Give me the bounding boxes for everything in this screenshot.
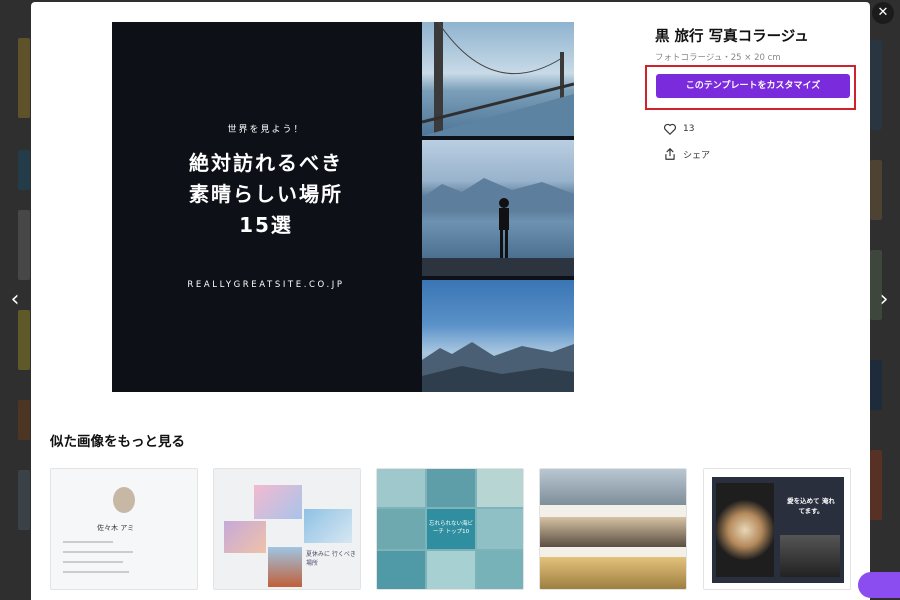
text-line xyxy=(63,571,129,573)
mountain-photo xyxy=(422,280,574,392)
preview-heading-line: 素晴らしい場所 xyxy=(189,182,343,206)
preview-kicker: 世界を見よう！ xyxy=(227,125,305,135)
photo-tile xyxy=(377,551,425,589)
similar-thumbnail[interactable] xyxy=(539,468,687,590)
bridge-photo xyxy=(422,22,574,136)
photo-tile xyxy=(540,517,686,547)
similar-thumbnail[interactable]: 愛を込めて 淹れてます。 xyxy=(703,468,851,590)
photo-tile xyxy=(540,469,686,505)
share-button[interactable]: シェア xyxy=(663,147,710,161)
photo-tile xyxy=(540,557,686,589)
preview-heading: 絶対訪れるべき 素晴らしい場所 15選 xyxy=(112,148,420,241)
photo-tile xyxy=(477,469,523,507)
previous-arrow-button[interactable]: ‹ xyxy=(5,288,25,312)
preview-text-panel: 世界を見よう！ 絶対訪れるべき 素晴らしい場所 15選 REALLYGREATS… xyxy=(112,22,420,392)
photo-tile xyxy=(780,535,840,577)
like-button[interactable]: 13 xyxy=(663,122,694,136)
similar-section-heading: 似た画像をもっと見る xyxy=(50,434,185,450)
help-tab[interactable] xyxy=(858,572,900,598)
photo-tile xyxy=(477,509,523,549)
photo-tile xyxy=(427,469,475,507)
similar-thumbnail[interactable]: 夏休みに 行くべき場所 xyxy=(213,468,361,590)
photo-tile xyxy=(304,509,352,543)
photo-tile xyxy=(377,469,425,507)
text-line xyxy=(63,561,123,563)
heart-icon xyxy=(664,123,676,135)
photo-tile xyxy=(427,551,475,589)
preview-site-url: REALLYGREATSITE.CO.JP xyxy=(187,280,345,290)
mountain-scene-shape xyxy=(422,342,574,392)
next-arrow-button[interactable]: › xyxy=(874,288,894,312)
thumbnail-text: 夏休みに 行くべき場所 xyxy=(306,551,356,567)
lake-scene-shape xyxy=(422,178,574,276)
similar-thumbnail[interactable]: 忘れられない海ビーチ トップ10 xyxy=(376,468,524,590)
like-count: 13 xyxy=(683,124,695,134)
similar-thumbnail[interactable]: 佐々木 アミ xyxy=(50,468,198,590)
photo-tile xyxy=(477,551,523,589)
lake-photo xyxy=(422,140,574,276)
share-label: シェア xyxy=(683,150,711,161)
thumbnail-text: 愛を込めて 淹れてます。 xyxy=(787,497,835,515)
bridge-deck-shape xyxy=(422,22,574,136)
template-modal: 世界を見よう！ 絶対訪れるべき 素晴らしい場所 15選 REALLYGREATS… xyxy=(31,2,870,600)
preview-heading-line: 15選 xyxy=(239,213,293,237)
photo-tile xyxy=(268,547,302,587)
share-icon xyxy=(665,148,675,160)
photo-tile xyxy=(224,521,266,553)
text-line xyxy=(63,541,113,543)
template-preview: 世界を見よう！ 絶対訪れるべき 素晴らしい場所 15選 REALLYGREATS… xyxy=(112,22,574,392)
template-subtitle: フォトコラージュ・25 × 20 cm xyxy=(655,53,781,63)
photo-tile xyxy=(377,509,425,549)
thumbnail-text: 忘れられない海ビーチ トップ10 xyxy=(429,521,474,535)
customize-template-button[interactable]: このテンプレートをカスタマイズ xyxy=(656,74,850,98)
coffee-photo xyxy=(716,483,774,577)
thumbnail-text: 佐々木 アミ xyxy=(97,524,135,532)
text-line xyxy=(63,551,133,553)
photo-tile xyxy=(254,485,302,519)
close-button[interactable]: ✕ xyxy=(872,2,894,24)
preview-heading-line: 絶対訪れるべき xyxy=(189,151,343,175)
template-title: 黒 旅行 写真コラージュ xyxy=(655,29,809,45)
profile-photo xyxy=(113,487,135,513)
